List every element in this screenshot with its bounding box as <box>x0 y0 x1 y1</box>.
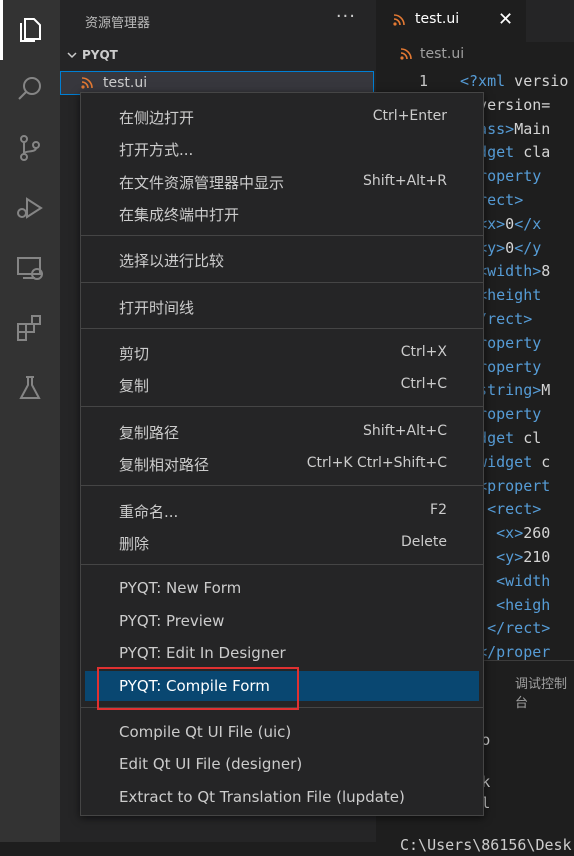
menu-separator <box>81 235 483 236</box>
menu-item-shortcut: Ctrl+C <box>400 376 447 392</box>
menu-item-label: 重命名... <box>119 503 179 521</box>
breadcrumb-file: test.ui <box>420 46 465 62</box>
rss-file-icon <box>400 48 412 60</box>
breadcrumb[interactable]: test.ui <box>400 46 464 62</box>
menu-item-compile-qt-ui-file-uic[interactable]: Compile Qt UI File (uic) <box>81 717 483 747</box>
highlight-annotation-box <box>97 667 299 710</box>
chevron-down-icon <box>67 52 77 59</box>
section-label: PYQT <box>82 48 118 62</box>
tab-test-ui[interactable]: test.ui ✕ <box>376 0 526 42</box>
code-line: 1 <?xml versio <box>376 70 574 94</box>
tab-label: test.ui <box>415 11 460 27</box>
menu-item-label: 复制路径 <box>119 424 180 442</box>
menu-item-shortcut: Ctrl+Enter <box>372 108 447 124</box>
menu-item-选择以进行比较[interactable]: 选择以进行比较 <box>81 244 483 274</box>
menu-item-复制路径[interactable]: 复制路径 Shift+Alt+C <box>81 416 483 446</box>
menu-item-pyqt-new-form[interactable]: PYQT: New Form <box>81 573 483 603</box>
menu-item-label: 在侧边打开 <box>119 109 195 127</box>
search-icon[interactable] <box>0 59 60 119</box>
menu-separator <box>81 406 483 407</box>
menu-item-label: PYQT: Edit In Designer <box>119 644 286 662</box>
menu-separator <box>81 485 483 486</box>
menu-item-label: PYQT: Preview <box>119 612 225 630</box>
menu-item-shortcut: Ctrl+K Ctrl+Shift+C <box>306 455 447 471</box>
menu-item-shortcut: Shift+Alt+C <box>362 423 447 439</box>
menu-item-label: Extract to Qt Translation File (lupdate) <box>119 788 405 806</box>
menu-item-shortcut: Delete <box>401 534 447 550</box>
menu-item-extract-to-qt-translation-file-lupdate[interactable]: Extract to Qt Translation File (lupdate) <box>81 782 483 812</box>
extensions-icon[interactable] <box>0 298 60 358</box>
menu-item-shortcut: Shift+Alt+R <box>363 173 447 189</box>
menu-item-shortcut: Ctrl+X <box>400 344 447 360</box>
menu-item-剪切[interactable]: 剪切 Ctrl+X <box>81 337 483 367</box>
source-control-icon[interactable] <box>0 118 60 178</box>
menu-item-在侧边打开[interactable]: 在侧边打开 Ctrl+Enter <box>81 101 483 131</box>
file-name: test.ui <box>103 75 148 91</box>
rss-file-icon <box>393 14 405 26</box>
context-menu: 在侧边打开 Ctrl+Enter 打开方式... 在文件资源管理器中显示 Shift+A… <box>80 92 484 816</box>
remote-explorer-icon[interactable] <box>0 238 60 298</box>
menu-item-pyqt-preview[interactable]: PYQT: Preview <box>81 606 483 636</box>
menu-item-label: 复制相对路径 <box>119 456 210 474</box>
terminal-line: C:\Users\86156\Desk <box>400 836 572 854</box>
line-number: 1 <box>418 72 428 90</box>
menu-separator <box>81 564 483 565</box>
menu-item-label: 剪切 <box>119 345 150 363</box>
more-actions-icon[interactable]: ··· <box>336 6 356 27</box>
menu-item-在文件资源管理器中显示[interactable]: 在文件资源管理器中显示 Shift+Alt+R <box>81 166 483 196</box>
menu-separator <box>81 328 483 329</box>
menu-item-edit-qt-ui-file-designer[interactable]: Edit Qt UI File (designer) <box>81 749 483 779</box>
menu-item-删除[interactable]: 删除 Delete <box>81 527 483 557</box>
menu-item-label: 选择以进行比较 <box>119 252 225 270</box>
menu-item-shortcut: F2 <box>430 502 447 518</box>
tab-bar: test.ui ✕ <box>376 0 574 42</box>
menu-item-复制相对路径[interactable]: 复制相对路径 Ctrl+K Ctrl+Shift+C <box>81 448 483 478</box>
menu-item-label: 删除 <box>119 535 150 553</box>
menu-item-label: Compile Qt UI File (uic) <box>119 723 292 741</box>
testing-icon[interactable] <box>0 358 60 418</box>
explorer-icon[interactable] <box>0 0 60 60</box>
menu-item-打开时间线[interactable]: 打开时间线 <box>81 291 483 321</box>
menu-separator <box>81 282 483 283</box>
menu-item-label: 在集成终端中打开 <box>119 206 240 224</box>
menu-item-重命名[interactable]: 重命名... F2 <box>81 495 483 525</box>
sidebar-title: 资源管理器 <box>85 16 151 31</box>
menu-item-pyqt-edit-in-designer[interactable]: PYQT: Edit In Designer <box>81 638 483 668</box>
menu-item-label: 打开时间线 <box>119 299 195 317</box>
menu-item-label: 打开方式... <box>119 141 194 159</box>
close-icon[interactable]: ✕ <box>498 9 513 30</box>
line-text: <?xml versio <box>460 72 569 90</box>
menu-item-label: Edit Qt UI File (designer) <box>119 755 303 773</box>
activity-bar <box>0 0 60 842</box>
menu-item-label: 在文件资源管理器中显示 <box>119 174 285 192</box>
menu-item-label: 复制 <box>119 377 150 395</box>
menu-item-复制[interactable]: 复制 Ctrl+C <box>81 369 483 399</box>
section-header-pyqt[interactable]: PYQT <box>66 48 118 62</box>
menu-item-在集成终端中打开[interactable]: 在集成终端中打开 <box>81 198 483 228</box>
run-debug-icon[interactable] <box>0 178 60 238</box>
menu-item-label: PYQT: New Form <box>119 579 242 597</box>
menu-item-打开方式[interactable]: 打开方式... <box>81 133 483 163</box>
rss-file-icon <box>81 77 93 89</box>
tab-debug-console[interactable]: 调试控制台 <box>515 673 574 711</box>
